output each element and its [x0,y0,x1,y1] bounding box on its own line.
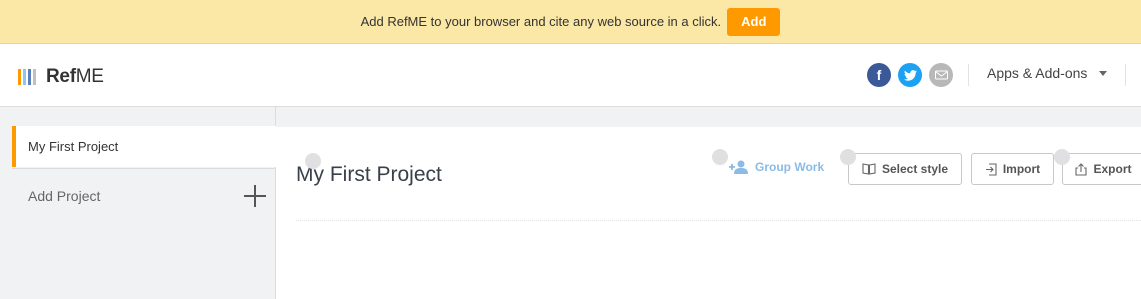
select-style-label: Select style [881,162,949,176]
apps-addons-menu[interactable]: Apps & Add-ons [987,65,1108,81]
tour-hotspot[interactable] [840,149,856,165]
app-header: RefME f Apps & Add-ons [0,44,1141,107]
add-user-icon [729,160,748,174]
import-button[interactable]: Import [971,153,1054,185]
add-extension-button[interactable]: Add [727,7,781,36]
tour-hotspot[interactable] [305,153,321,169]
promo-text: Add RefME to your browser and cite any w… [360,14,722,29]
mail-icon[interactable] [929,63,953,87]
import-label: Import [1002,162,1041,176]
refme-logo[interactable]: RefME [18,66,104,88]
logo-mark-icon [18,69,36,85]
book-icon [862,163,876,175]
sidebar-item-my-first-project[interactable]: My First Project [12,126,276,167]
content-divider [296,220,1141,221]
tour-hotspot[interactable] [1054,149,1070,165]
project-sidebar: My First Project Add Project [0,107,276,299]
select-style-button[interactable]: Select style [848,153,962,185]
export-button[interactable]: Export [1062,153,1141,185]
export-label: Export [1093,162,1132,176]
facebook-icon[interactable]: f [867,63,891,87]
apps-addons-label: Apps & Add-ons [987,65,1088,81]
header-divider [968,64,969,86]
group-work-label: Group Work [755,160,825,174]
logo-text: RefME [46,66,104,87]
project-panel: My First Project Group Work Select style… [276,127,1141,299]
import-icon [985,162,997,176]
twitter-icon[interactable] [898,63,922,87]
plus-icon [244,185,266,207]
tour-hotspot[interactable] [712,149,728,165]
add-project-button[interactable]: Add Project [12,168,276,222]
add-project-label: Add Project [28,187,101,204]
export-icon [1075,162,1088,176]
promo-banner: Add RefME to your browser and cite any w… [0,0,1141,44]
header-divider [1125,64,1126,86]
social-links: f [867,63,953,87]
group-work-button[interactable]: Group Work [729,160,824,174]
chevron-down-icon [1099,70,1108,76]
